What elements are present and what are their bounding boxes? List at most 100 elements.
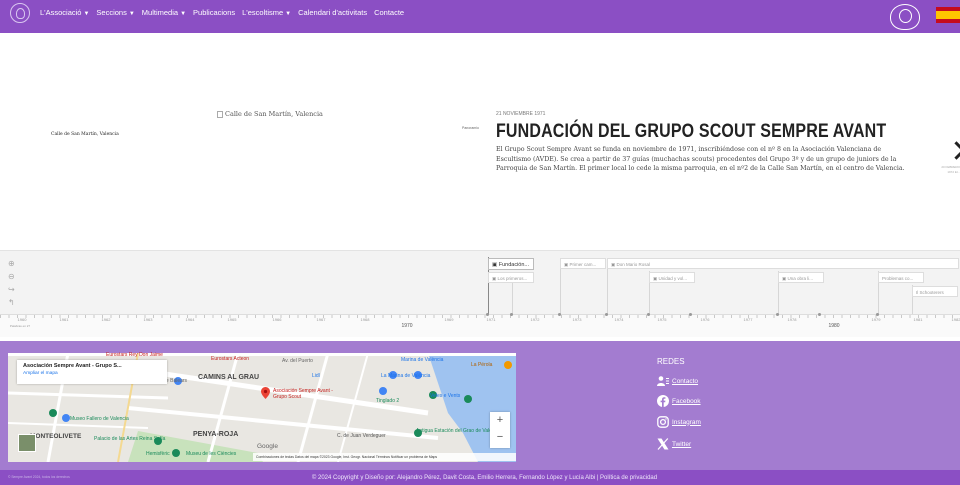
map-label: Eurostars Acteon: [211, 356, 250, 362]
axis-year: 1971: [486, 317, 496, 322]
back-to-start-icon[interactable]: ↪: [8, 285, 15, 294]
next-slide-caption[interactable]: 20 FEBRERO 1972 El...: [936, 165, 960, 175]
broken-image-icon: [217, 110, 223, 118]
map-label: Eurostars Rey Don Jaime: [106, 352, 163, 358]
map-pin-label: Asociación Sempre Avant - Grupo Scout: [273, 388, 333, 400]
axis-year: 1973: [572, 317, 582, 322]
nav-item-escoltisme[interactable]: L'escoltisme ▼: [242, 8, 291, 17]
map-label: PENYA-ROJA: [193, 431, 239, 438]
map-label: MONTEOLIVETE: [30, 433, 82, 440]
axis-year: 1981: [913, 317, 923, 322]
timeline-flag[interactable]: ▣ Don Mario Rosal: [607, 258, 959, 269]
x-twitter-icon: [657, 438, 669, 450]
nav-item-publicacions[interactable]: Publicacions: [193, 8, 235, 17]
map-label: Veles e Vents: [430, 393, 461, 399]
map-label: Museo Fallero de Valencia: [70, 416, 129, 422]
contact-icon: [657, 376, 669, 386]
map-label: Hemisfèric: [146, 451, 170, 457]
axis-year: 1972: [530, 317, 540, 322]
contact-link[interactable]: Contacto: [657, 375, 698, 387]
timeline-flag[interactable]: Il Schooterers: [912, 286, 958, 297]
timeline-event-dot: [818, 313, 821, 316]
axis-year: 1960: [17, 317, 27, 322]
nav-item-associacio[interactable]: L'Associació ▼: [40, 8, 89, 17]
spanish-flag-icon[interactable]: [936, 7, 960, 23]
map-label: Tinglado 2: [376, 398, 400, 404]
slide-text: El Grupo Scout Sempre Avant se funda en …: [496, 146, 905, 172]
axis-year: 1975: [657, 317, 667, 322]
axis-year-major: 1980: [828, 323, 840, 329]
axis-year: 1965: [227, 317, 237, 322]
axis-year: 1969: [444, 317, 454, 322]
map-pin-icon[interactable]: [261, 387, 270, 399]
expand-map-link[interactable]: Ampliar el mapa: [23, 371, 161, 376]
timeline-marker-line: [512, 279, 513, 314]
user-account-icon[interactable]: [890, 4, 920, 30]
timeline-event-dot: [486, 313, 489, 316]
nav-item-calendari[interactable]: Calendari d'activitats: [298, 8, 367, 17]
nav-item-contacte[interactable]: Contacte: [374, 8, 404, 17]
axis-year: 1978: [787, 317, 797, 322]
map-label: La Marina de València: [381, 373, 431, 379]
map-label: Palacio de las Artes Reina Sofía: [94, 436, 166, 442]
timeline-flag[interactable]: ▣ Primer cam...: [560, 258, 606, 269]
axis-year: 1976: [700, 317, 710, 322]
zoom-out-icon[interactable]: ⊖: [8, 272, 15, 281]
axis-year: 1966: [272, 317, 282, 322]
axis-start-label: Palabras en 27: [9, 324, 31, 328]
instagram-icon: [657, 416, 669, 428]
timeline-event-dot: [776, 313, 779, 316]
timeline-event-dot: [558, 313, 561, 316]
timeline-navigator: ⊕ ⊖ ↪ ↰ ▣ Fundación... ▣ Los primeros...…: [0, 250, 960, 337]
timeline-event-dot: [647, 313, 650, 316]
map-label: C. de Juan Verdeguer: [337, 433, 386, 439]
slide-image: Calle de San Martín, Valencia: [217, 110, 323, 118]
axis-year: 1974: [614, 317, 624, 322]
facebook-icon: [657, 395, 669, 407]
slide-map-label: Calle de San Martín, Valencia: [51, 132, 119, 137]
instagram-link[interactable]: Instagram: [657, 416, 701, 428]
nav-item-seccions[interactable]: Seccions ▼: [96, 8, 134, 17]
caret-down-icon: ▼: [285, 11, 292, 17]
zoom-in-icon[interactable]: ⊕: [8, 259, 15, 268]
next-slide-arrow-icon[interactable]: [950, 142, 960, 160]
copyright-text[interactable]: © 2024 Copyright y Diseño por: Alejandro…: [0, 475, 960, 481]
timeline-event-dot: [876, 313, 879, 316]
slide-title: FUNDACIÓN DEL GRUPO SCOUT SEMPRE AVANT: [496, 120, 887, 142]
axis-year: 1968: [360, 317, 370, 322]
timeline-flag[interactable]: ▣ Unidad y vol...: [649, 272, 695, 283]
share-icon[interactable]: ↰: [8, 298, 15, 307]
caret-down-icon: ▼: [128, 11, 135, 17]
timeline-event-dot: [689, 313, 692, 316]
bottom-bar: © Sempre Avant 2024, todos los derechos …: [0, 470, 960, 485]
map-label: Lidl: [312, 373, 320, 379]
axis-year: 1979: [871, 317, 881, 322]
map-zoom-control: + −: [490, 412, 510, 448]
timeline-flag[interactable]: ▣ Los primeros...: [488, 272, 534, 283]
nav-item-multimedia[interactable]: Multimedia ▼: [142, 8, 186, 17]
axis-year: 1977: [743, 317, 753, 322]
map-place-card: Asociación Sempre Avant - Grupo S... Amp…: [17, 360, 167, 384]
timeline-flag[interactable]: ▣ Fundación...: [488, 258, 534, 270]
map-place-title: Asociación Sempre Avant - Grupo S...: [23, 363, 122, 369]
twitter-link[interactable]: Twitter: [657, 438, 691, 450]
map-layer-thumbnail[interactable]: [18, 434, 36, 452]
timeline-flag[interactable]: ▣ Una obra li...: [778, 272, 824, 283]
main-menu: L'Associació ▼ Seccions ▼ Multimedia ▼ Publ…: [40, 8, 404, 17]
zoom-out-button[interactable]: −: [490, 429, 510, 446]
google-logo: Google: [257, 443, 278, 450]
zoom-in-button[interactable]: +: [490, 412, 510, 429]
axis-year: 1964: [185, 317, 195, 322]
timeline-event-dot: [510, 313, 513, 316]
map-label: Marina de València: [401, 357, 444, 363]
axis-year-major: 1970: [401, 323, 413, 329]
scout-logo-icon[interactable]: [10, 3, 30, 23]
map-label: Museu de les Ciències: [186, 451, 237, 457]
caret-down-icon: ▼: [83, 11, 90, 17]
map-attribution[interactable]: Combinaciones de teclas Datos del mapa ©…: [253, 453, 516, 461]
timeline-event-dot: [605, 313, 608, 316]
timeline-flag[interactable]: Problemas co...: [878, 272, 924, 283]
facebook-link[interactable]: Facebook: [657, 395, 701, 407]
map-label: Antigua Estación del Grao de València: [416, 428, 502, 434]
map-label: La Pérola: [471, 362, 493, 368]
